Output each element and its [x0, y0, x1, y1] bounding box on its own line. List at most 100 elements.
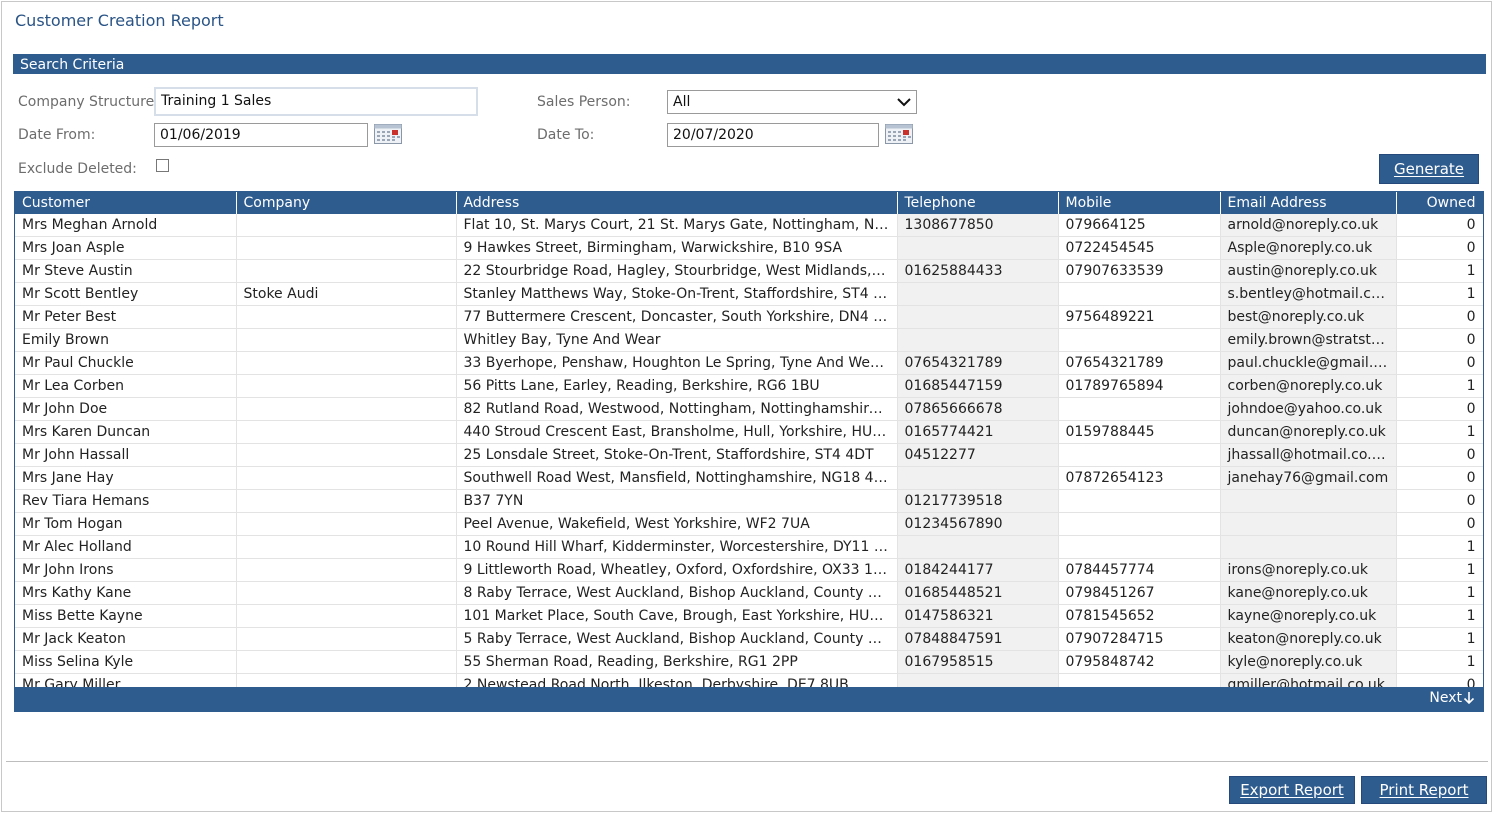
- table-row[interactable]: Emily Brown Whitley Bay, Tyne And Wear emi…: [15, 328, 1483, 352]
- cell-company: [236, 627, 457, 651]
- cell-address: Whitley Bay, Tyne And Wear: [456, 328, 898, 352]
- cell-address: 82 Rutland Road, Westwood, Nottingham, N…: [456, 397, 898, 421]
- cell-email: best@noreply.co.uk: [1220, 305, 1397, 329]
- table-row[interactable]: Mr John Doe 82 Rutland Road, Westwood, No…: [15, 397, 1483, 421]
- cell-telephone: 07865666678: [897, 397, 1059, 421]
- cell-owned: 1: [1396, 558, 1483, 582]
- table-row[interactable]: Mrs Kathy Kane 8 Raby Terrace, West Auckl…: [15, 581, 1483, 605]
- cell-owned: 0: [1396, 512, 1483, 536]
- cell-owned: 0: [1396, 466, 1483, 490]
- search-criteria-header: Search Criteria: [13, 54, 1486, 74]
- cell-address: 56 Pitts Lane, Earley, Reading, Berkshir…: [456, 374, 898, 398]
- cell-telephone: 01685447159: [897, 374, 1059, 398]
- print-report-button[interactable]: Print Report: [1361, 776, 1487, 804]
- table-row[interactable]: Mr Lea Corben 56 Pitts Lane, Earley, Read…: [15, 374, 1483, 398]
- cell-company: [236, 604, 457, 628]
- cell-address: 8 Raby Terrace, West Auckland, Bishop Au…: [456, 581, 898, 605]
- cell-telephone: [897, 328, 1059, 352]
- cell-company: [236, 397, 457, 421]
- cell-owned: 0: [1396, 236, 1483, 260]
- cell-address: 5 Raby Terrace, West Auckland, Bishop Au…: [456, 627, 898, 651]
- sales-person-value: All: [673, 94, 691, 110]
- table-row[interactable]: Miss Selina Kyle 55 Sherman Road, Reading…: [15, 650, 1483, 674]
- cell-company: [236, 351, 457, 375]
- cell-telephone: 01625884433: [897, 259, 1059, 283]
- generate-button[interactable]: Generate: [1379, 154, 1479, 184]
- table-row[interactable]: Miss Bette Kayne 101 Market Place, South …: [15, 604, 1483, 628]
- table-row[interactable]: Mr John Hassall 25 Lonsdale Street, Stoke…: [15, 443, 1483, 467]
- table-row[interactable]: Mr Paul Chuckle 33 Byerhope, Penshaw, Hou…: [15, 351, 1483, 375]
- cell-customer: Mrs Kathy Kane: [15, 581, 237, 605]
- cell-mobile: 07907284715: [1058, 627, 1221, 651]
- table-row[interactable]: Mr Tom Hogan Peel Avenue, Wakefield, West…: [15, 512, 1483, 536]
- cell-address: 25 Lonsdale Street, Stoke-On-Trent, Staf…: [456, 443, 898, 467]
- cell-email: [1220, 512, 1397, 536]
- table-row[interactable]: Mr Steve Austin 22 Stourbridge Road, Hagl…: [15, 259, 1483, 283]
- arrow-down-icon: [1463, 692, 1475, 705]
- next-page-link[interactable]: Next: [1429, 690, 1475, 706]
- table-row[interactable]: Mr Alec Holland 10 Round Hill Wharf, Kidd…: [15, 535, 1483, 559]
- column-header-company[interactable]: Company: [236, 192, 457, 214]
- cell-mobile: 07872654123: [1058, 466, 1221, 490]
- cell-email: jhassall@hotmail.co.uk: [1220, 443, 1397, 467]
- table-row[interactable]: Mrs Joan Asple 9 Hawkes Street, Birmingha…: [15, 236, 1483, 260]
- exclude-deleted-label: Exclude Deleted:: [18, 161, 137, 177]
- table-row[interactable]: Rev Tiara Hemans B37 7YN 01217739518 0: [15, 489, 1483, 513]
- table-row[interactable]: Mr John Irons 9 Littleworth Road, Wheatle…: [15, 558, 1483, 582]
- cell-owned: 1: [1396, 581, 1483, 605]
- cell-mobile: 07907633539: [1058, 259, 1221, 283]
- cell-company: [236, 374, 457, 398]
- date-to-input[interactable]: 20/07/2020: [667, 123, 879, 147]
- column-header-address[interactable]: Address: [456, 192, 898, 214]
- cell-customer: Mr Tom Hogan: [15, 512, 237, 536]
- table-row[interactable]: Mrs Jane Hay Southwell Road West, Mansfie…: [15, 466, 1483, 490]
- column-header-customer[interactable]: Customer: [15, 192, 237, 214]
- table-row[interactable]: Mr Peter Best 77 Buttermere Crescent, Don…: [15, 305, 1483, 329]
- table-row[interactable]: Mrs Karen Duncan 440 Stroud Crescent East…: [15, 420, 1483, 444]
- export-report-button[interactable]: Export Report: [1229, 776, 1355, 804]
- cell-telephone: 0165774421: [897, 420, 1059, 444]
- table-row[interactable]: Mrs Meghan Arnold Flat 10, St. Marys Cour…: [15, 214, 1483, 237]
- table-row[interactable]: Mr Scott Bentley Stoke Audi Stanley Matthe…: [15, 282, 1483, 306]
- date-from-input[interactable]: 01/06/2019: [154, 123, 368, 147]
- cell-company: [236, 581, 457, 605]
- cell-address: 9 Littleworth Road, Wheatley, Oxford, Ox…: [456, 558, 898, 582]
- cell-company: [236, 420, 457, 444]
- cell-customer: Mrs Jane Hay: [15, 466, 237, 490]
- column-header-mobile[interactable]: Mobile: [1058, 192, 1221, 214]
- column-header-owned[interactable]: Owned: [1396, 192, 1483, 214]
- cell-address: 440 Stroud Crescent East, Bransholme, Hu…: [456, 420, 898, 444]
- cell-owned: 1: [1396, 627, 1483, 651]
- cell-company: [236, 214, 457, 237]
- cell-mobile: 0159788445: [1058, 420, 1221, 444]
- cell-address: Flat 10, St. Marys Court, 21 St. Marys G…: [456, 214, 898, 237]
- calendar-icon[interactable]: [885, 124, 913, 144]
- cell-telephone: 01234567890: [897, 512, 1059, 536]
- cell-email: kane@noreply.co.uk: [1220, 581, 1397, 605]
- cell-mobile: 0722454545: [1058, 236, 1221, 260]
- cell-customer: Mr Scott Bentley: [15, 282, 237, 306]
- date-from-label: Date From:: [18, 127, 96, 143]
- cell-address: 10 Round Hill Wharf, Kidderminster, Worc…: [456, 535, 898, 559]
- cell-email: kayne@noreply.co.uk: [1220, 604, 1397, 628]
- results-grid: Customer Company Address Telephone Mobil…: [14, 191, 1484, 712]
- cell-owned: 0: [1396, 214, 1483, 237]
- cell-owned: 0: [1396, 305, 1483, 329]
- sales-person-select[interactable]: All: [667, 90, 917, 114]
- exclude-deleted-checkbox[interactable]: [156, 159, 169, 172]
- cell-mobile: [1058, 512, 1221, 536]
- cell-telephone: 0167958515: [897, 650, 1059, 674]
- cell-mobile: [1058, 489, 1221, 513]
- cell-telephone: [897, 236, 1059, 260]
- cell-company: Stoke Audi: [236, 282, 457, 306]
- calendar-icon[interactable]: [374, 124, 402, 144]
- column-header-telephone[interactable]: Telephone: [897, 192, 1059, 214]
- table-row[interactable]: Mr Jack Keaton 5 Raby Terrace, West Auckl…: [15, 627, 1483, 651]
- cell-telephone: 01217739518: [897, 489, 1059, 513]
- column-header-email[interactable]: Email Address: [1220, 192, 1397, 214]
- cell-customer: Miss Bette Kayne: [15, 604, 237, 628]
- cell-telephone: 04512277: [897, 443, 1059, 467]
- cell-customer: Emily Brown: [15, 328, 237, 352]
- company-structure-field[interactable]: Training 1 Sales: [154, 87, 478, 116]
- cell-company: [236, 259, 457, 283]
